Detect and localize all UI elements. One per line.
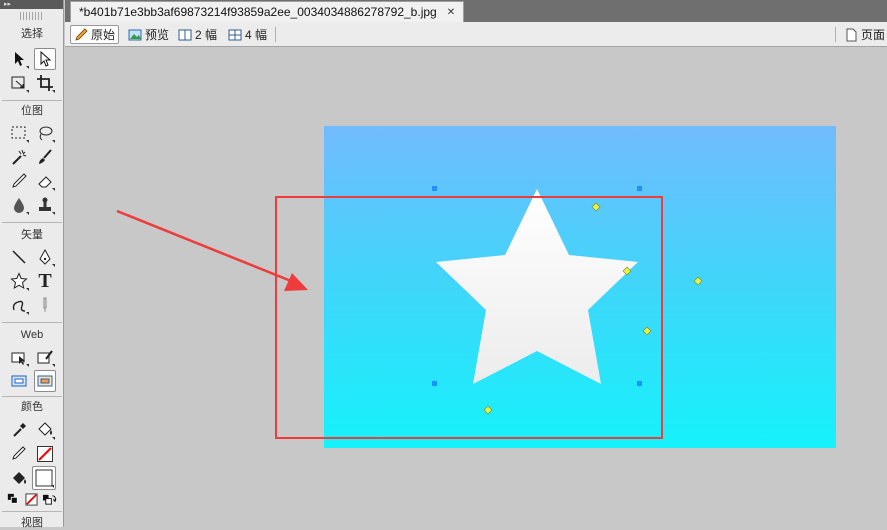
preview-label: 预览: [145, 28, 170, 42]
selection-handle-top-left: [432, 186, 437, 191]
default-colors-button[interactable]: [6, 491, 20, 507]
selection-handle-bottom-right: [637, 381, 642, 386]
four-up-icon: [228, 29, 242, 40]
freeform-tool[interactable]: [8, 294, 30, 316]
show-slices-tool[interactable]: [34, 370, 56, 392]
magic-wand-icon: [12, 149, 27, 165]
eraser-tool[interactable]: [34, 170, 56, 192]
two-up-button[interactable]: 2 幅: [175, 25, 220, 44]
pencil-tool[interactable]: [8, 170, 30, 192]
no-color-icon: [24, 492, 38, 506]
panel-grip[interactable]: [20, 12, 43, 20]
magic-wand-tool[interactable]: [8, 146, 30, 168]
preview-button[interactable]: 预览: [125, 25, 172, 44]
fill-color-icon: [13, 472, 26, 484]
section-label-web: Web: [20, 329, 44, 341]
pointer-tool[interactable]: [8, 48, 30, 70]
panel-collapse-bar[interactable]: ▸▸: [0, 0, 63, 9]
line-icon: [12, 250, 26, 264]
four-up-button[interactable]: 4 幅: [225, 25, 270, 44]
scale-tool[interactable]: [8, 72, 30, 94]
control-point: [642, 326, 652, 336]
lasso-tool[interactable]: [34, 122, 56, 144]
rubber-stamp-tool[interactable]: [34, 194, 56, 216]
page-label: 页面 1: [861, 28, 887, 42]
stroke-color-swatch[interactable]: [34, 443, 56, 465]
two-up-icon: [178, 29, 192, 40]
selection-handle-top-right: [637, 186, 642, 191]
knife-icon: [43, 297, 47, 312]
document-tab-title: *b401b71e3bb3af69873214f93859a2ee_003403…: [79, 5, 437, 19]
brush-tool[interactable]: [34, 146, 56, 168]
original-view-button[interactable]: 原始: [70, 25, 120, 44]
document-tab-bar: *b401b71e3bb3af69873214f93859a2ee_003403…: [65, 0, 887, 22]
eyedropper-icon: [13, 423, 26, 437]
document-canvas[interactable]: [65, 47, 887, 527]
hide-slices-icon: [11, 375, 27, 387]
slice-tool[interactable]: [34, 346, 56, 368]
hotspot-tool[interactable]: [8, 346, 30, 368]
pencil-icon: [12, 173, 27, 188]
annotation-arrow: [116, 209, 308, 291]
two-up-label: 2 幅: [195, 28, 218, 42]
blur-tool[interactable]: [8, 194, 30, 216]
selection-handle-bottom-left: [432, 381, 437, 386]
swap-colors-icon: [42, 494, 56, 505]
close-icon[interactable]: ✕: [447, 7, 455, 18]
picture-icon: [128, 29, 142, 40]
view-mode-bar: 原始 预览 2 幅 4 幅 页面 1: [65, 22, 887, 47]
subselection-tool[interactable]: [34, 48, 56, 70]
fill-color-tool[interactable]: [8, 468, 30, 490]
highlight-rectangle: [275, 196, 663, 439]
marquee-tool[interactable]: [8, 122, 30, 144]
star-tool[interactable]: [8, 270, 30, 292]
control-point: [483, 405, 493, 415]
section-label-colors: 颜色: [21, 401, 43, 413]
swap-colors-button[interactable]: [40, 491, 58, 507]
star-shape[interactable]: [436, 189, 638, 384]
tools-panel: ▸▸ 选择 位图 矢量 T Web 颜色 视图: [0, 0, 64, 529]
control-point: [693, 276, 703, 286]
subselection-icon: [40, 50, 52, 67]
pencil-icon: [75, 27, 88, 41]
paint-bucket-tool[interactable]: [34, 419, 56, 441]
text-tool[interactable]: T: [34, 270, 56, 292]
stroke-color-tool[interactable]: [8, 443, 30, 465]
page-icon: [846, 28, 857, 41]
show-slices-icon: [37, 375, 53, 387]
default-colors-icon: [7, 493, 18, 504]
eyedropper-tool[interactable]: [8, 419, 30, 441]
fill-color-swatch[interactable]: [32, 466, 56, 490]
no-color-button[interactable]: [23, 491, 39, 507]
line-tool[interactable]: [8, 246, 30, 268]
canvas-overlay: [116, 186, 703, 439]
section-label-vector: 矢量: [21, 229, 43, 241]
knife-tool[interactable]: [34, 294, 56, 316]
section-label-select: 选择: [21, 28, 43, 40]
text-icon: T: [38, 270, 52, 292]
four-up-label: 4 幅: [245, 28, 268, 42]
section-label-view: 视图: [21, 517, 43, 529]
original-view-label: 原始: [91, 28, 116, 42]
crop-tool[interactable]: [34, 72, 56, 94]
page-selector[interactable]: 页面 1: [841, 25, 887, 44]
control-point: [591, 202, 601, 212]
hide-slices-tool[interactable]: [8, 370, 30, 392]
section-label-bitmap: 位图: [21, 105, 43, 117]
stroke-color-icon: [12, 446, 26, 460]
document-tab[interactable]: *b401b71e3bb3af69873214f93859a2ee_003403…: [70, 1, 465, 22]
brush-icon: [39, 149, 52, 164]
pen-tool[interactable]: [34, 246, 56, 268]
